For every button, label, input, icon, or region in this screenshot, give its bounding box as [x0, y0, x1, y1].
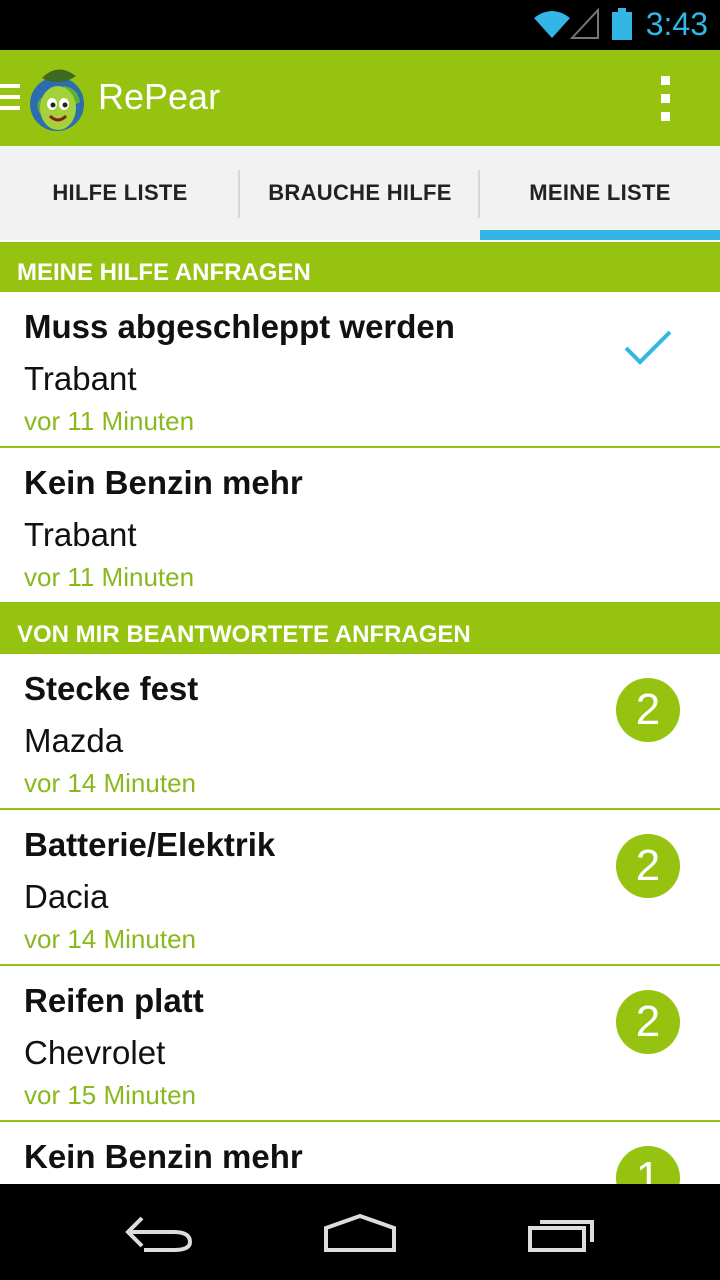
clock-time: 3:43 — [645, 6, 708, 42]
list-item[interactable]: Stecke fest Mazda vor 14 Minuten 2 — [0, 654, 720, 810]
tab-bar: HILFE LISTE BRAUCHE HILFE MEINE LISTE — [0, 146, 720, 240]
section-header-my-requests: MEINE HILFE ANFRAGEN — [0, 242, 720, 292]
answer-count-badge: 2 — [616, 990, 680, 1054]
item-title: Muss abgeschleppt werden — [24, 308, 455, 345]
tab-brauche-hilfe[interactable]: BRAUCHE HILFE — [240, 146, 480, 240]
tab-label: BRAUCHE HILFE — [268, 180, 452, 205]
status-bar: 3:43 — [0, 0, 720, 50]
answer-count-badge: 2 — [616, 678, 680, 742]
list-item[interactable]: Kein Benzin mehr Trabant vor 11 Minuten — [0, 448, 720, 604]
home-icon[interactable] — [322, 1214, 398, 1254]
drawer-icon[interactable] — [0, 84, 22, 114]
list-item[interactable]: Reifen platt Chevrolet vor 15 Minuten 2 — [0, 966, 720, 1122]
check-icon — [624, 330, 672, 365]
item-title: Stecke fest — [24, 670, 199, 707]
app-title: RePear — [98, 76, 221, 117]
request-list: MEINE HILFE ANFRAGEN Muss abgeschleppt w… — [0, 242, 720, 1184]
item-time: vor 14 Minuten — [24, 768, 196, 798]
item-title: Reifen platt — [24, 982, 204, 1019]
item-time: vor 11 Minuten — [24, 562, 195, 592]
item-title: Batterie/Elektrik — [24, 826, 276, 863]
item-title: Kein Benzin mehr — [24, 1138, 303, 1175]
navigation-bar — [0, 1184, 720, 1280]
action-bar: RePear — [0, 50, 720, 146]
tab-label: MEINE LISTE — [529, 180, 671, 205]
back-icon[interactable] — [124, 1214, 196, 1254]
recent-apps-icon[interactable] — [526, 1214, 598, 1254]
answer-count-badge: 2 — [616, 834, 680, 898]
item-car: Trabant — [24, 360, 137, 397]
item-car: Chevrolet — [24, 1034, 166, 1071]
tab-meine-liste[interactable]: MEINE LISTE — [480, 146, 720, 240]
item-time: vor 11 Minuten — [24, 406, 195, 436]
item-car: Mazda — [24, 722, 124, 759]
wifi-icon — [534, 11, 570, 38]
section-header-answered-requests: VON MIR BEANTWORTETE ANFRAGEN — [0, 604, 720, 654]
signal-icon — [570, 8, 599, 39]
item-time: vor 15 Minuten — [24, 1080, 196, 1110]
item-car: Trabant — [24, 516, 137, 553]
answer-count-badge: 1 — [616, 1146, 680, 1184]
app-logo-icon[interactable] — [24, 62, 90, 134]
item-car: Dacia — [24, 878, 109, 915]
battery-icon — [612, 8, 632, 40]
tab-label: HILFE LISTE — [52, 180, 188, 205]
item-time: vor 14 Minuten — [24, 924, 196, 954]
list-item[interactable]: Batterie/Elektrik Dacia vor 14 Minuten 2 — [0, 810, 720, 966]
list-item[interactable]: Muss abgeschleppt werden Trabant vor 11 … — [0, 292, 720, 448]
item-title: Kein Benzin mehr — [24, 464, 303, 501]
list-item[interactable]: Kein Benzin mehr 1 — [0, 1122, 720, 1184]
overflow-menu-icon[interactable] — [652, 76, 678, 122]
tab-hilfe-liste[interactable]: HILFE LISTE — [0, 146, 240, 240]
